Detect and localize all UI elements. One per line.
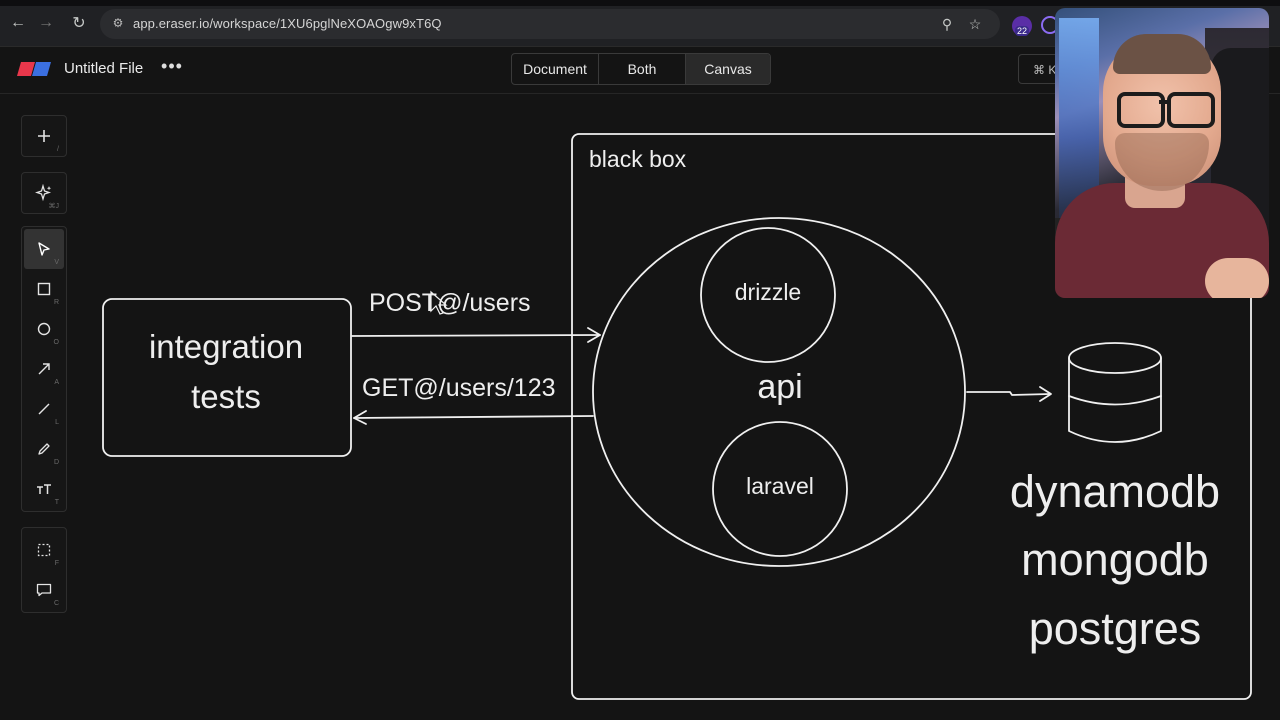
address-bar[interactable]: ⚙ app.eraser.io/workspace/1XU6pglNeXOAOg… [100, 9, 1000, 39]
mode-canvas-button[interactable]: Canvas [686, 54, 770, 84]
presenter-hand [1205, 258, 1269, 298]
post-endpoint-label[interactable]: POST@/users [369, 289, 531, 317]
view-mode-switch: Document Both Canvas [511, 53, 771, 85]
mode-document-button[interactable]: Document [512, 54, 599, 84]
mongodb-label[interactable]: mongodb [1021, 534, 1209, 585]
webcam-overlay [1055, 8, 1269, 298]
eraser-logo-icon[interactable] [17, 62, 51, 76]
extension-icon[interactable]: 22 [1012, 16, 1032, 36]
forward-icon[interactable]: → [35, 12, 57, 34]
presenter-hair [1113, 34, 1211, 74]
dynamodb-label[interactable]: dynamodb [1010, 466, 1220, 517]
tests-label[interactable]: tests [191, 378, 261, 415]
postgres-label[interactable]: postgres [1029, 603, 1202, 654]
api-label[interactable]: api [757, 368, 802, 406]
glasses-bridge [1159, 100, 1169, 104]
url-text[interactable]: app.eraser.io/workspace/1XU6pglNeXOAOgw9… [133, 16, 442, 31]
extension-badge-count: 22 [1014, 26, 1029, 36]
drizzle-label[interactable]: drizzle [735, 279, 801, 305]
laravel-label[interactable]: laravel [746, 473, 814, 499]
reload-icon[interactable]: ↻ [68, 12, 90, 34]
get-arrow[interactable] [353, 415, 594, 419]
db-arrow[interactable] [966, 391, 1051, 396]
bookmark-star-icon[interactable]: ☆ [966, 15, 984, 33]
glasses-left-lens [1117, 92, 1165, 128]
site-settings-icon[interactable]: ⚙ [110, 15, 126, 31]
zoom-icon[interactable]: ⚲ [938, 15, 956, 33]
mode-both-button[interactable]: Both [599, 54, 686, 84]
database-icon[interactable] [1068, 342, 1162, 443]
more-options-icon[interactable]: ••• [161, 57, 183, 79]
glasses-right-lens [1167, 92, 1215, 128]
file-title[interactable]: Untitled File [64, 60, 143, 77]
tab-strip [0, 0, 1280, 6]
post-arrow[interactable] [351, 334, 601, 337]
get-endpoint-label[interactable]: GET@/users/123 [362, 374, 556, 402]
integration-label[interactable]: integration [149, 328, 303, 365]
back-icon[interactable]: ← [7, 12, 29, 34]
black-box-label[interactable]: black box [589, 146, 687, 172]
